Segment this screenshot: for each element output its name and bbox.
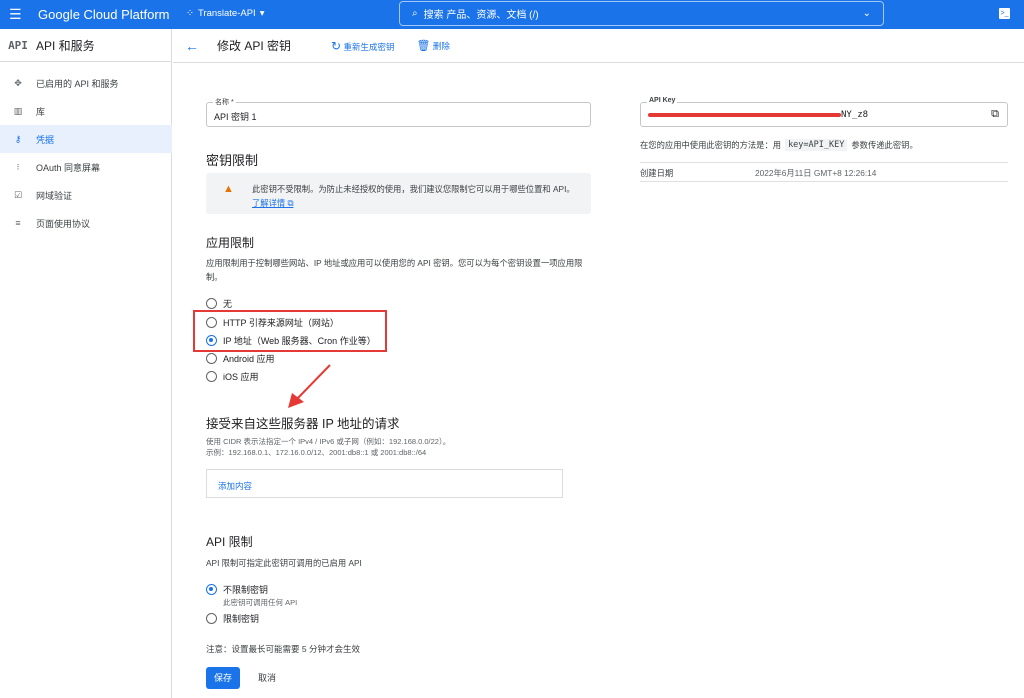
cancel-button[interactable]: 取消 <box>250 667 284 689</box>
radio-none[interactable]: 无 <box>206 297 232 310</box>
sidebar-item-label: 网域验证 <box>36 190 73 201</box>
project-selector[interactable]: ⁘ Translate-API ▾ <box>186 8 264 19</box>
sidebar-item-credentials[interactable]: ⚷ 凭据 <box>0 125 172 153</box>
sidebar-title: API 和服务 <box>36 38 95 53</box>
sidebar-item-page-usage[interactable]: ≡ 页面使用协议 <box>0 209 172 237</box>
brand-name[interactable]: Google Cloud Platform <box>38 7 170 22</box>
created-value: 2022年6月11日 GMT+8 12:26:14 <box>755 168 877 178</box>
top-app-bar: ☰ Google Cloud Platform ⁘ Translate-API ▾ … <box>0 0 1024 29</box>
radio-restrict[interactable]: 限制密钥 <box>206 612 259 625</box>
sidebar-item-enabled-apis[interactable]: ✥ 已启用的 API 和服务 <box>0 69 172 97</box>
api-logo-icon: API <box>8 38 28 52</box>
sidebar-item-label: OAuth 同意屏幕 <box>36 162 101 173</box>
sidebar: API API 和服务 ✥ 已启用的 API 和服务 ▥ 库 ⚷ 凭据 ⁝ OAuth … <box>0 29 172 698</box>
search-expand-icon[interactable]: ⌄ <box>863 8 871 19</box>
delete-label: 删除 <box>432 41 450 51</box>
ip-add-input[interactable]: 添加内容 <box>218 480 252 492</box>
key-usage-text: 在您的应用中使用此密钥的方法是：用 key=API_KEY 参数传递此密钥。 <box>640 139 918 151</box>
divider <box>640 162 1008 163</box>
save-label: 保存 <box>213 673 232 683</box>
name-field[interactable]: 名称 * API 密钥 1 <box>206 97 591 127</box>
project-name: Translate-API <box>197 8 256 19</box>
trash-icon: 🗑 <box>416 40 431 52</box>
warning-banner: ▲ 此密钥不受限制。为防止未经授权的使用，我们建议您限制它可以用于哪些位置和 A… <box>206 173 591 214</box>
ip-hint-1: 使用 CIDR 表示法指定一个 IPv4 / IPv6 或子网（例如：192.1… <box>206 437 451 446</box>
save-button[interactable]: 保存 <box>206 667 240 689</box>
radio-label: 无 <box>223 299 233 309</box>
api-key-label: API Key <box>647 97 678 104</box>
regenerate-key-button[interactable]: ↻ 重新生成密钥 <box>331 39 394 53</box>
sidebar-item-domain[interactable]: ☑ 网域验证 <box>0 181 172 209</box>
ip-heading: 接受来自这些服务器 IP 地址的请求 <box>206 417 400 431</box>
copy-icon[interactable]: ⧉ <box>991 108 999 121</box>
warning-text: 此密钥不受限制。为防止未经授权的使用，我们建议您限制它可以用于哪些位置和 API… <box>252 184 575 194</box>
sidebar-item-library[interactable]: ▥ 库 <box>0 97 172 125</box>
radio-circle-selected <box>206 584 217 595</box>
name-label: 名称 * <box>213 97 236 107</box>
usage-code: key=API_KEY <box>785 139 848 151</box>
cancel-label: 取消 <box>257 673 276 683</box>
hub-icon: ✥ <box>14 77 22 88</box>
radio-label: 不限制密钥 <box>223 585 269 595</box>
radio-circle <box>206 298 217 309</box>
search-bar[interactable]: ⌕ 搜索 产品、资源、文档 (/) ⌄ <box>399 1 884 26</box>
app-restrictions-desc: 应用限制用于控制哪些网站、IP 地址或应用可以使用您的 API 密钥。您可以为每… <box>206 258 583 282</box>
api-key-field[interactable]: API Key NY_z8 ⧉ <box>640 97 1008 127</box>
radio-label: 限制密钥 <box>223 614 260 624</box>
cloud-shell-icon[interactable]: >_ <box>999 8 1010 19</box>
name-input[interactable]: API 密钥 1 <box>214 110 257 123</box>
redaction-mark <box>648 113 841 117</box>
api-restrictions-desc: API 限制可指定此密钥可调用的已启用 API <box>206 558 362 568</box>
divider <box>640 181 1008 182</box>
radio-label: Android 应用 <box>223 354 275 364</box>
checkbox-icon: ☑ <box>13 189 23 200</box>
sidebar-item-label: 凭据 <box>36 134 55 145</box>
radio-android[interactable]: Android 应用 <box>206 352 275 365</box>
ip-hint-2: 示例：192.168.0.1、172.16.0.0/12、2001:db8::1… <box>206 448 427 457</box>
annotation-highlight-box <box>193 310 387 352</box>
ip-add-field[interactable]: 添加内容 <box>206 469 563 498</box>
sidebar-item-label: 库 <box>36 106 46 117</box>
radio-circle <box>206 353 217 364</box>
radio-ios[interactable]: iOS 应用 <box>206 370 259 383</box>
regenerate-label: 重新生成密钥 <box>343 41 395 52</box>
refresh-icon: ↻ <box>331 38 342 53</box>
note-text: 注意：设置最长可能需要 5 分钟才会生效 <box>206 644 360 654</box>
unrestricted-sublabel: 此密钥可调用任何 API <box>223 598 298 607</box>
learn-more-link[interactable]: 了解详情 ⧉ <box>252 198 293 208</box>
chevron-down-icon: ▾ <box>259 8 265 19</box>
key-icon: ⚷ <box>14 133 22 144</box>
project-icon: ⁘ <box>186 8 194 19</box>
sidebar-item-label: 页面使用协议 <box>36 218 91 229</box>
created-label: 创建日期 <box>640 168 674 178</box>
delete-button[interactable]: 🗑 删除 <box>416 39 449 52</box>
usage-post: 参数传递此密钥。 <box>851 140 918 150</box>
api-key-value: NY_z8 <box>841 110 869 120</box>
radio-circle <box>206 371 217 382</box>
search-input[interactable]: 搜索 产品、资源、文档 (/) <box>424 6 539 21</box>
settings-list-icon: ≡ <box>15 218 21 228</box>
radio-label: iOS 应用 <box>223 372 259 382</box>
toolbar: ← 修改 API 密钥 ↻ 重新生成密钥 🗑 删除 <box>173 29 1024 63</box>
sidebar-item-label: 已启用的 API 和服务 <box>36 78 119 89</box>
key-restrictions-heading: 密钥限制 <box>206 153 259 168</box>
warning-text-block: 此密钥不受限制。为防止未经授权的使用，我们建议您限制它可以用于哪些位置和 API… <box>252 182 582 210</box>
usage-pre: 在您的应用中使用此密钥的方法是：用 <box>640 140 782 150</box>
app-restrictions-heading: 应用限制 <box>206 236 255 250</box>
menu-icon[interactable]: ☰ <box>9 6 22 23</box>
annotation-arrow <box>288 364 331 408</box>
radio-circle <box>206 613 217 624</box>
page-title: 修改 API 密钥 <box>217 39 292 53</box>
library-icon: ▥ <box>13 105 23 116</box>
search-icon: ⌕ <box>412 8 418 19</box>
sidebar-item-oauth[interactable]: ⁝ OAuth 同意屏幕 <box>0 153 172 181</box>
api-restrictions-heading: API 限制 <box>206 535 253 549</box>
radio-unrestricted[interactable]: 不限制密钥 <box>206 583 268 596</box>
consent-icon: ⁝ <box>16 161 20 172</box>
back-arrow-icon[interactable]: ← <box>185 38 199 54</box>
sidebar-header: API API 和服务 <box>0 29 172 62</box>
learn-more-label: 了解详情 <box>252 198 286 208</box>
warning-icon: ▲ <box>223 183 234 195</box>
